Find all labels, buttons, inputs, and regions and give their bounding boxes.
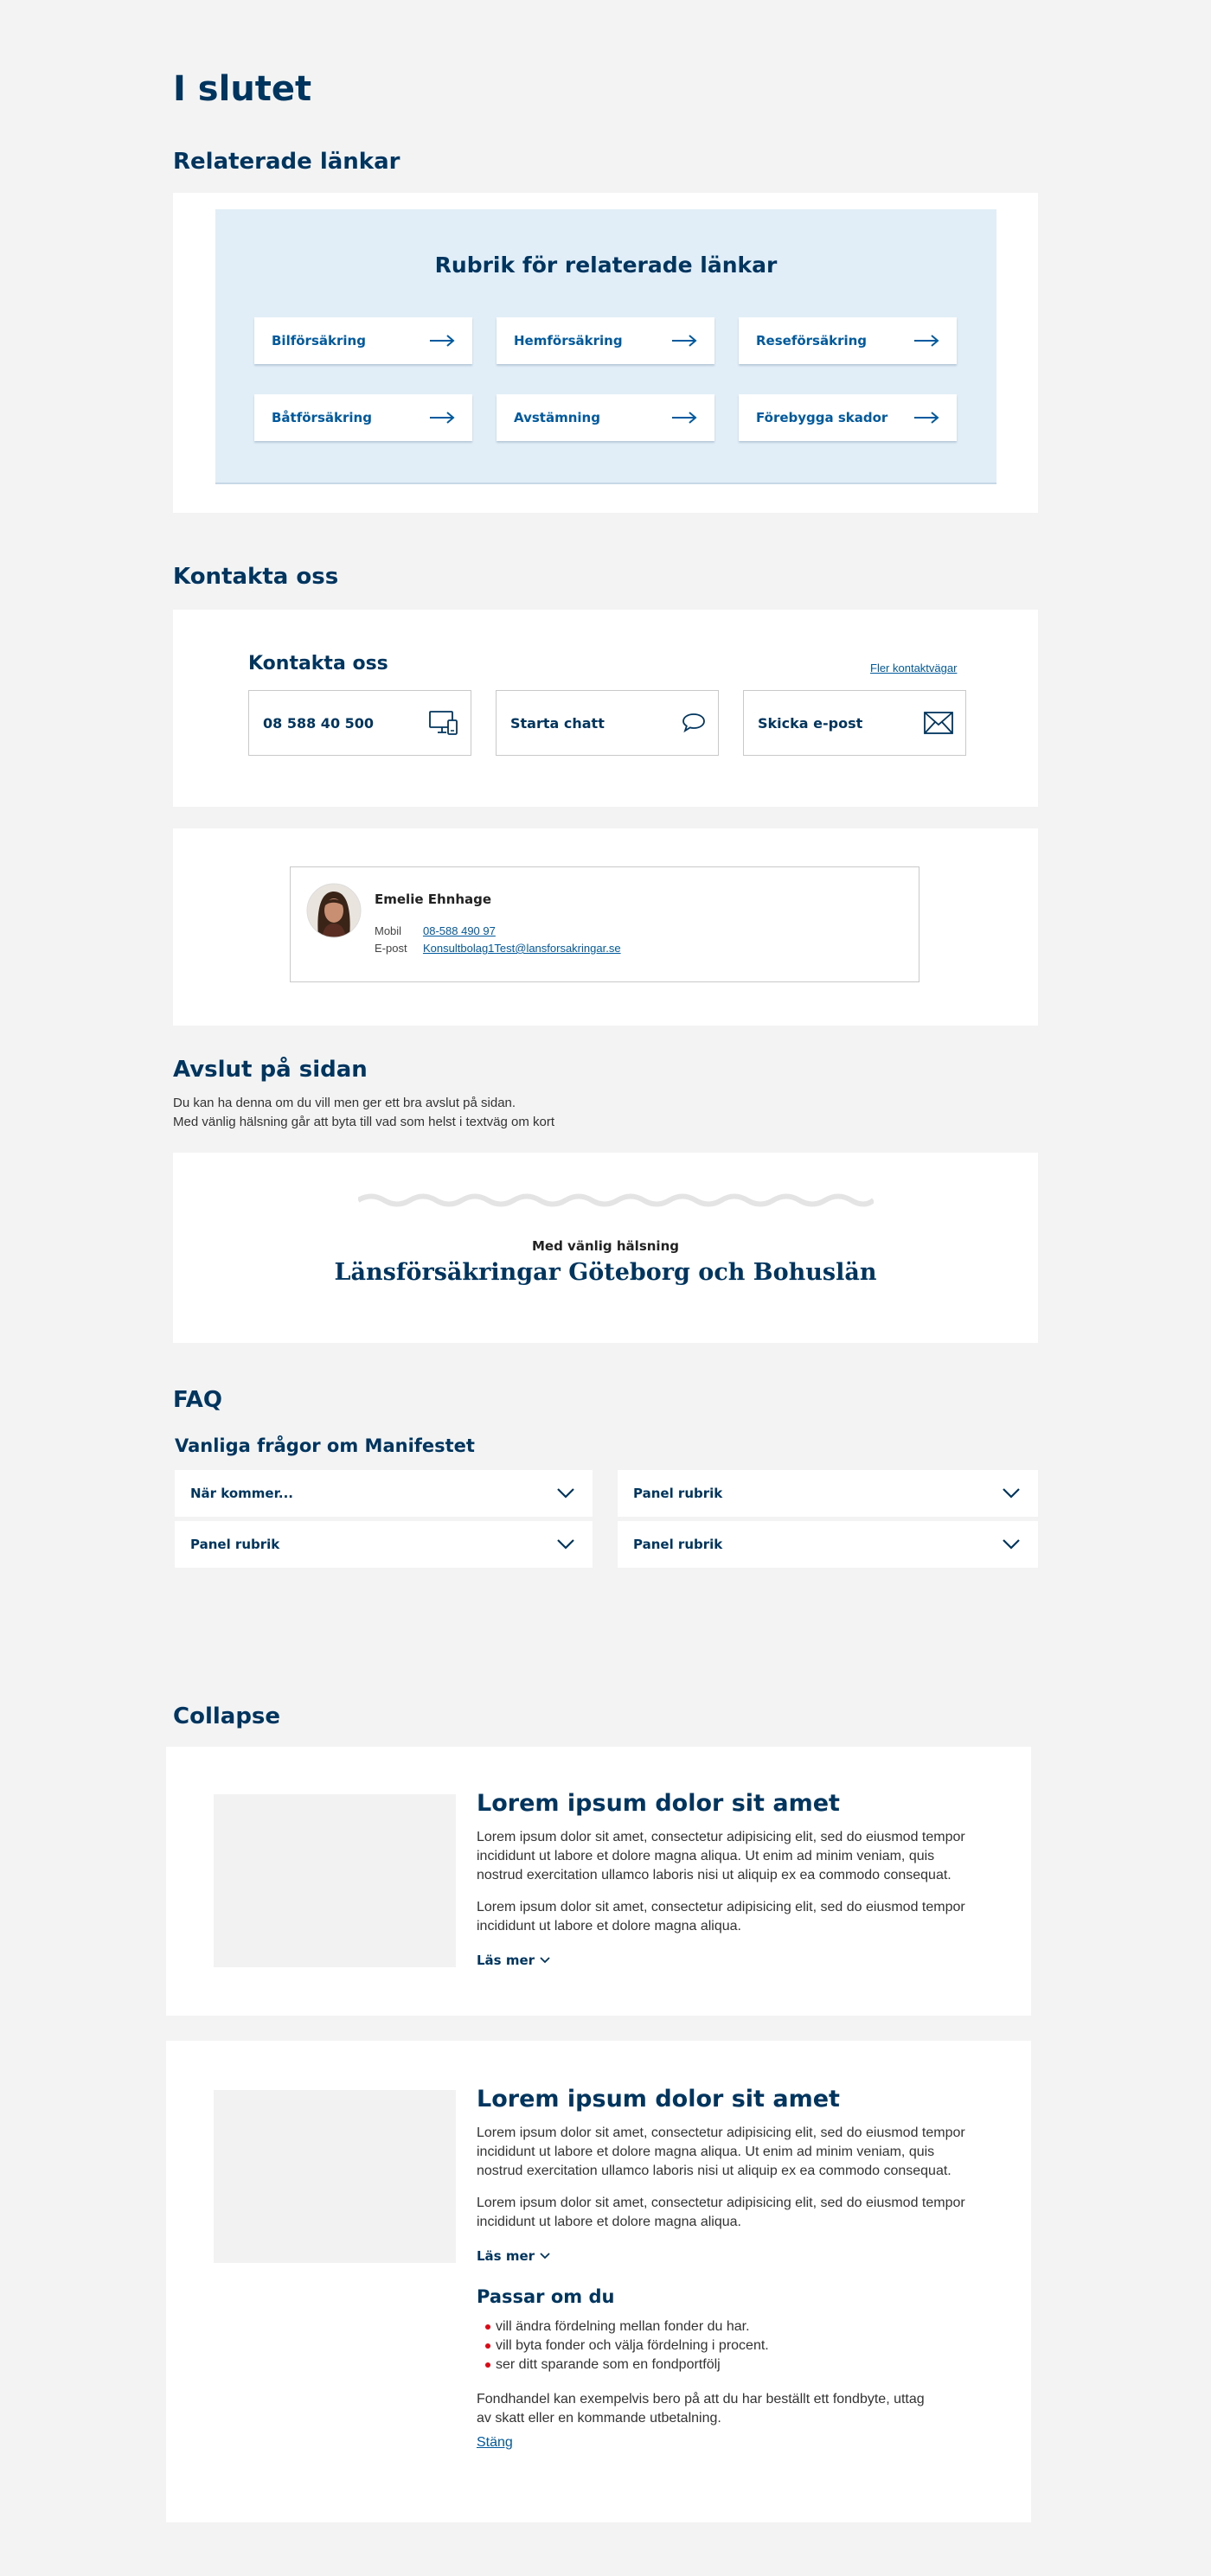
person-name: Emelie Ehnhage — [375, 892, 492, 907]
related-link-avstamning[interactable]: Avstämning — [497, 394, 714, 441]
chat-bubble-icon — [682, 713, 705, 733]
related-link-label: Bilförsäkring — [272, 333, 366, 348]
greeting-text: Med vänlig hälsning — [532, 1238, 679, 1254]
avatar — [306, 883, 362, 938]
collapse-card-paragraph-2: Lorem ipsum dolor sit amet, consectetur … — [477, 1898, 965, 1936]
text-line: Fondhandel kan exempelvis bero på att du… — [477, 2392, 925, 2407]
related-link-label: Förebygga skador — [756, 410, 888, 425]
text-line: incididunt ut labore et dolore magna ali… — [477, 1919, 741, 1934]
text-line: incididunt ut labore et dolore magna ali… — [477, 1849, 935, 1863]
computer-phone-icon — [429, 711, 458, 735]
closing-text-line1: Du kan ha denna om du vill men ger ett b… — [173, 1096, 516, 1110]
arrow-right-icon — [914, 412, 939, 424]
faq-item-label: Panel rubrik — [633, 1486, 723, 1501]
person-card: Emelie Ehnhage Mobil 08-588 490 97 E-pos… — [290, 866, 919, 982]
envelope-icon — [924, 712, 953, 734]
faq-item-panel-rubrik-2[interactable]: Panel rubrik — [175, 1521, 593, 1568]
arrow-right-icon — [430, 412, 455, 424]
more-contact-link[interactable]: Fler kontaktvägar — [870, 662, 957, 674]
start-chat-label: Starta chatt — [510, 714, 605, 732]
contact-box-title: Kontakta oss — [248, 653, 388, 674]
benefits-list: vill ändra fördelning mellan fonder du h… — [477, 2317, 769, 2375]
list-item: vill ändra fördelning mellan fonder du h… — [477, 2317, 769, 2336]
related-link-batforsakring[interactable]: Båtförsäkring — [254, 394, 472, 441]
send-email-label: Skicka e-post — [758, 714, 863, 732]
call-button[interactable]: 08 588 40 500 — [248, 690, 471, 756]
faq-item-panel-rubrik-1[interactable]: Panel rubrik — [618, 1470, 1038, 1517]
chevron-down-icon — [1003, 1488, 1020, 1499]
collapse-card-title: Lorem ipsum dolor sit amet — [477, 1790, 840, 1817]
expanded-footnote: Fondhandel kan exempelvis bero på att du… — [477, 2390, 925, 2428]
text-line: nostrud exercitation ullamco laboris nis… — [477, 1868, 952, 1882]
closing-text-line2: Med vänlig hälsning går att byta till va… — [173, 1115, 555, 1129]
closing-section-heading: Avslut på sidan — [173, 1057, 368, 1083]
related-link-label: Avstämning — [514, 410, 600, 425]
related-link-forebygga-skador[interactable]: Förebygga skador — [739, 394, 957, 441]
text-line: Lorem ipsum dolor sit amet, consectetur … — [477, 2196, 965, 2210]
list-item: vill byta fonder och välja fördelning i … — [477, 2336, 769, 2355]
chevron-down-icon — [557, 1488, 574, 1499]
related-links-title: Rubrik för relaterade länkar — [434, 252, 778, 278]
email-link[interactable]: Konsultbolag1Test@lansforsakringar.se — [423, 942, 621, 955]
arrow-right-icon — [430, 335, 455, 347]
chevron-down-icon — [540, 2253, 550, 2260]
image-placeholder — [214, 1794, 456, 1967]
arrow-right-icon — [914, 335, 939, 347]
faq-item-label: Panel rubrik — [633, 1537, 723, 1552]
read-more-label: Läs mer — [477, 2248, 535, 2264]
mobile-phone-link[interactable]: 08-588 490 97 — [423, 924, 496, 937]
read-more-button[interactable]: Läs mer — [477, 2248, 550, 2264]
mobile-label: Mobil — [375, 924, 402, 937]
chevron-down-icon — [540, 1957, 550, 1964]
arrow-right-icon — [672, 335, 697, 347]
related-link-reseforsakring[interactable]: Reseförsäkring — [739, 317, 957, 364]
text-line: nostrud exercitation ullamco laboris nis… — [477, 2164, 952, 2178]
phone-number-label: 08 588 40 500 — [263, 714, 375, 732]
read-more-label: Läs mer — [477, 1953, 535, 1968]
related-link-label: Reseförsäkring — [756, 333, 868, 348]
faq-item-label: Panel rubrik — [190, 1537, 280, 1552]
chevron-down-icon — [1003, 1539, 1020, 1550]
expanded-title: Passar om du — [477, 2286, 615, 2307]
close-link[interactable]: Stäng — [477, 2435, 513, 2451]
text-line: incididunt ut labore et dolore magna ali… — [477, 2215, 741, 2229]
collapse-card-paragraph-1: Lorem ipsum dolor sit amet, consectetur … — [477, 1828, 965, 1885]
page-title: I slutet — [173, 69, 312, 109]
contact-section-heading: Kontakta oss — [173, 564, 339, 590]
text-line: av skatt eller en kommande utbetalning. — [477, 2411, 721, 2426]
collapse-section-heading: Collapse — [173, 1703, 281, 1729]
collapse-card-paragraph-2: Lorem ipsum dolor sit amet, consectetur … — [477, 2194, 965, 2232]
text-line: Lorem ipsum dolor sit amet, consectetur … — [477, 2125, 965, 2140]
collapse-card-paragraph-1: Lorem ipsum dolor sit amet, consectetur … — [477, 2124, 965, 2181]
related-section-heading: Relaterade länkar — [173, 149, 400, 175]
email-label: E-post — [375, 942, 407, 955]
faq-subheading: Vanliga frågor om Manifestet — [175, 1435, 475, 1456]
wave-divider — [358, 1193, 874, 1207]
text-line: Lorem ipsum dolor sit amet, consectetur … — [477, 1830, 965, 1844]
faq-section-heading: FAQ — [173, 1387, 223, 1413]
text-line: Lorem ipsum dolor sit amet, consectetur … — [477, 1900, 965, 1914]
image-placeholder — [214, 2090, 456, 2263]
related-link-bilforsakring[interactable]: Bilförsäkring — [254, 317, 472, 364]
faq-item-nar-kommer[interactable]: När kommer... — [175, 1470, 593, 1517]
company-signature: Länsförsäkringar Göteborg och Bohuslän — [334, 1259, 877, 1286]
faq-item-label: När kommer... — [190, 1486, 293, 1501]
read-more-button[interactable]: Läs mer — [477, 1953, 550, 1968]
related-link-hemforsakring[interactable]: Hemförsäkring — [497, 317, 714, 364]
related-link-label: Båtförsäkring — [272, 410, 372, 425]
start-chat-button[interactable]: Starta chatt — [496, 690, 719, 756]
text-line: incididunt ut labore et dolore magna ali… — [477, 2145, 935, 2159]
chevron-down-icon — [557, 1539, 574, 1550]
related-link-label: Hemförsäkring — [514, 333, 623, 348]
arrow-right-icon — [672, 412, 697, 424]
faq-item-panel-rubrik-3[interactable]: Panel rubrik — [618, 1521, 1038, 1568]
send-email-button[interactable]: Skicka e-post — [743, 690, 966, 756]
list-item: ser ditt sparande som en fondportfölj — [477, 2355, 769, 2375]
collapse-card-title: Lorem ipsum dolor sit amet — [477, 2086, 840, 2113]
